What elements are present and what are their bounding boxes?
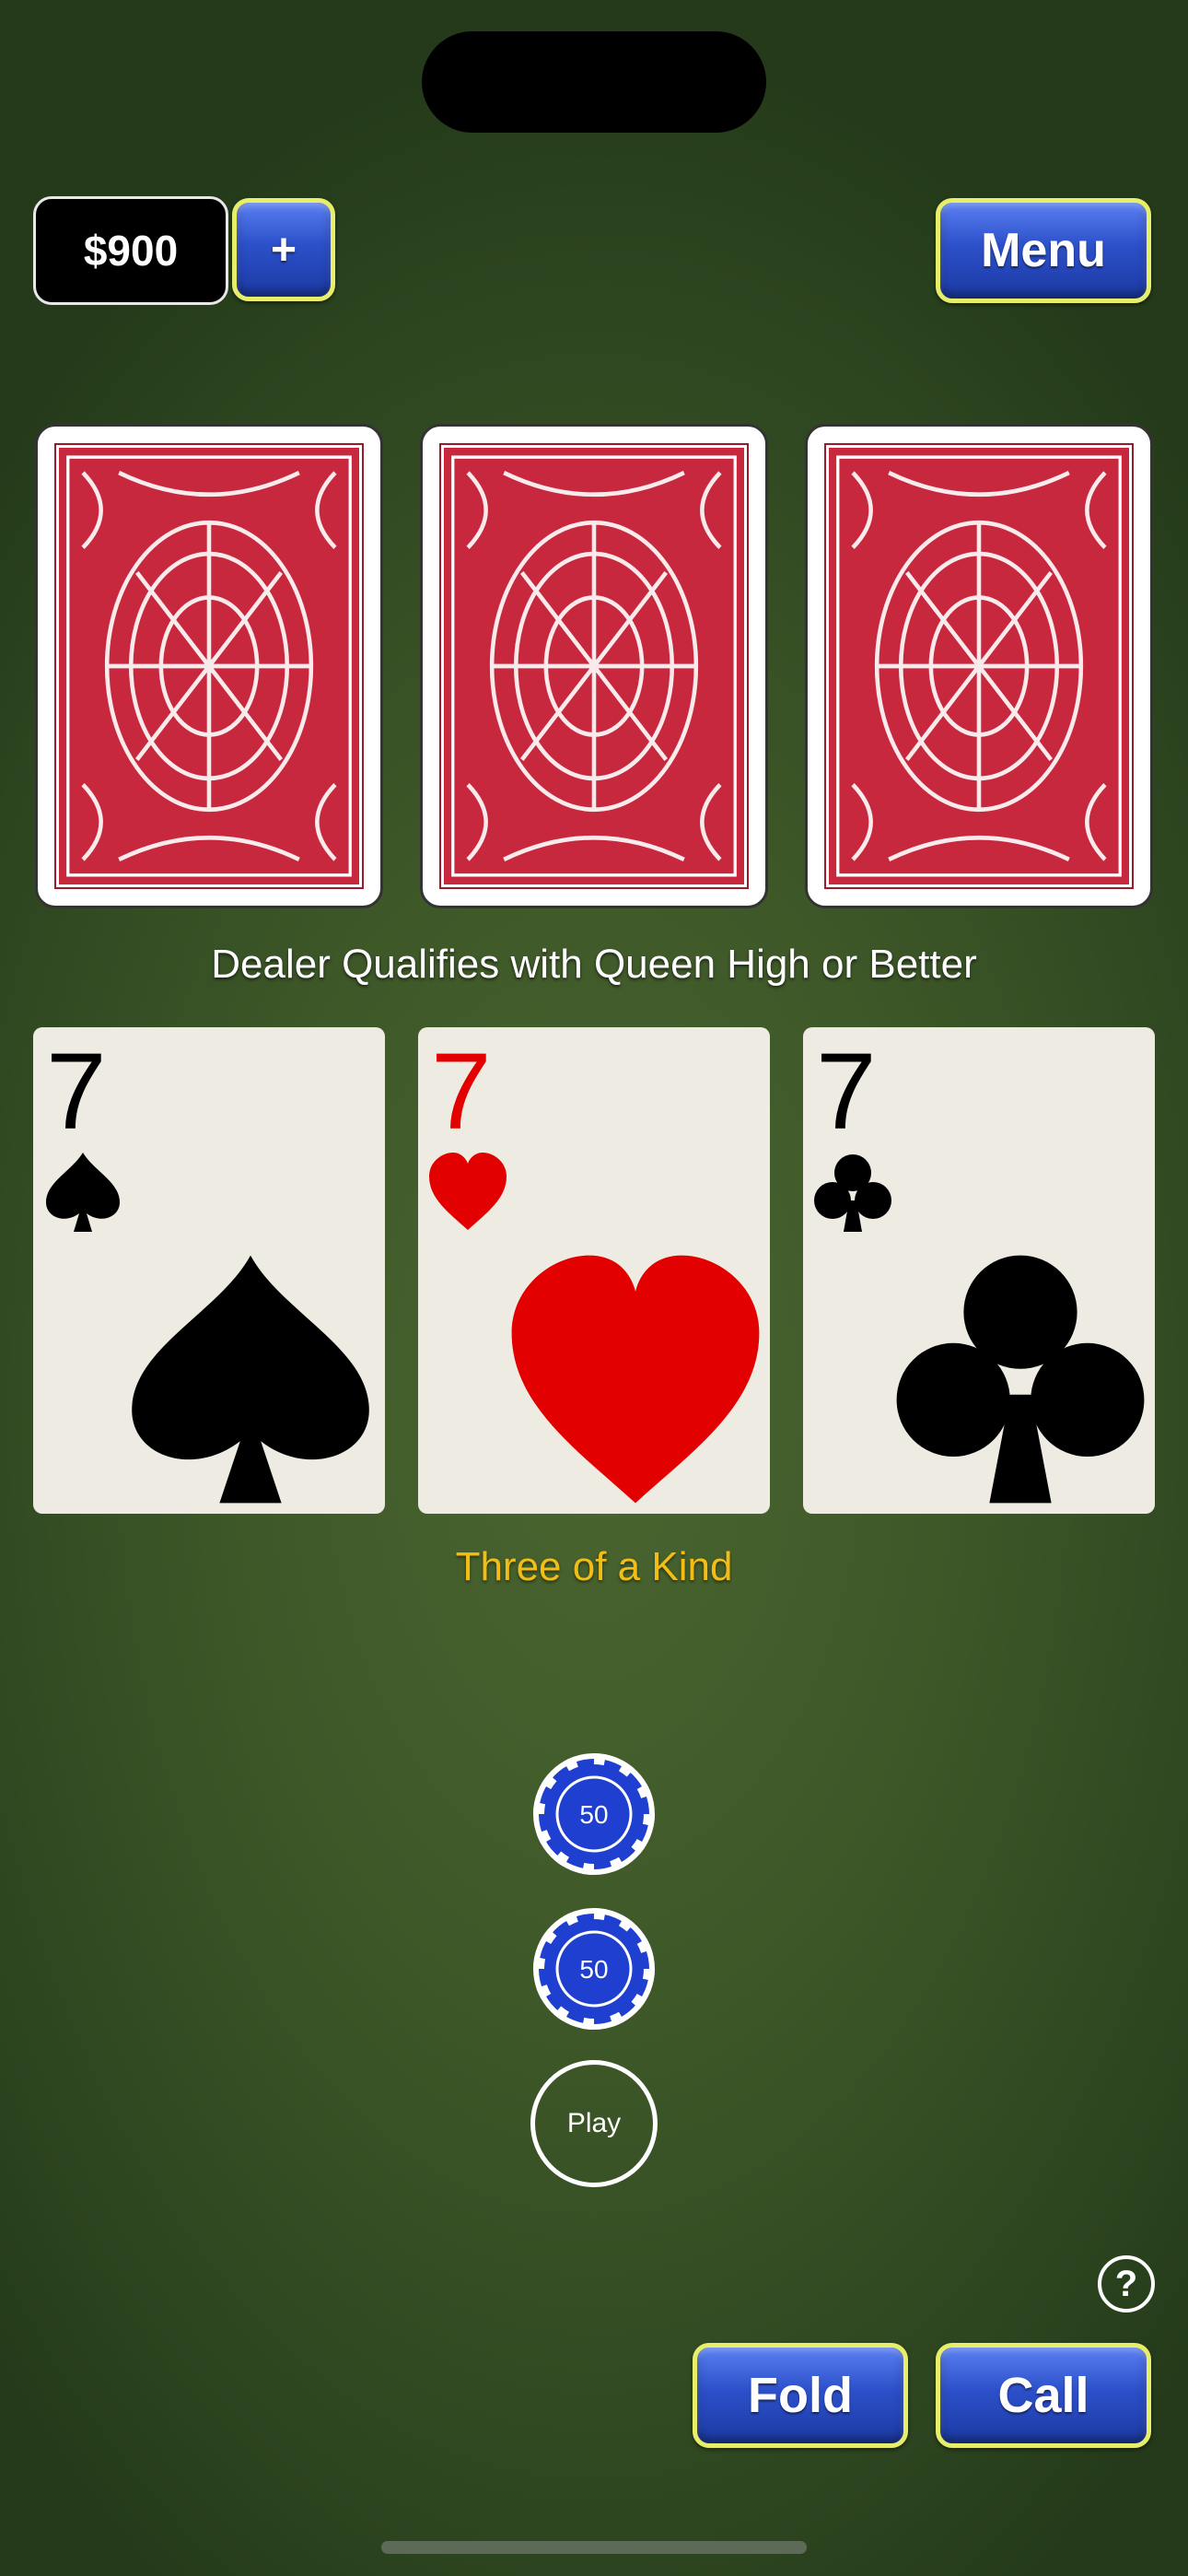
help-button[interactable]: ? [1098,2255,1155,2313]
card-rank: 7 [431,1031,492,1153]
card-rank: 7 [816,1031,877,1153]
play-bet-spot[interactable]: Play [530,2060,658,2187]
heart-icon [511,1255,760,1504]
heart-icon [429,1153,507,1230]
menu-button[interactable]: Menu [936,198,1151,303]
balance-display: $900 [33,196,228,305]
card-rank: 7 [46,1031,107,1153]
card-back-pattern [66,455,352,877]
dealer-card-1 [35,424,383,908]
spade-icon [132,1255,369,1504]
pairplus-chip-value: 50 [579,1955,608,1984]
dynamic-island [422,31,766,133]
card-back-pattern [836,455,1122,877]
dealer-qualifier-text: Dealer Qualifies with Queen High or Bett… [211,942,977,987]
dealer-card-3 [805,424,1153,908]
hand-rank-label: Three of a Kind [455,1544,733,1589]
card-back-pattern [451,455,737,877]
player-card-1[interactable]: 7 [33,1027,385,1514]
home-indicator[interactable] [381,2541,807,2554]
add-funds-button[interactable]: + [232,198,335,301]
club-icon [814,1154,891,1232]
player-card-3[interactable]: 7 [803,1027,1155,1514]
player-card-2[interactable]: 7 [418,1027,770,1514]
dealer-card-2 [420,424,768,908]
ante-chip-value: 50 [579,1800,608,1829]
fold-button[interactable]: Fold [693,2343,908,2448]
call-button[interactable]: Call [936,2343,1151,2448]
spade-icon [46,1153,120,1232]
ante-bet-chip[interactable]: 50 [530,1751,658,1878]
club-icon [896,1255,1145,1504]
pairplus-bet-chip[interactable]: 50 [530,1905,658,2032]
